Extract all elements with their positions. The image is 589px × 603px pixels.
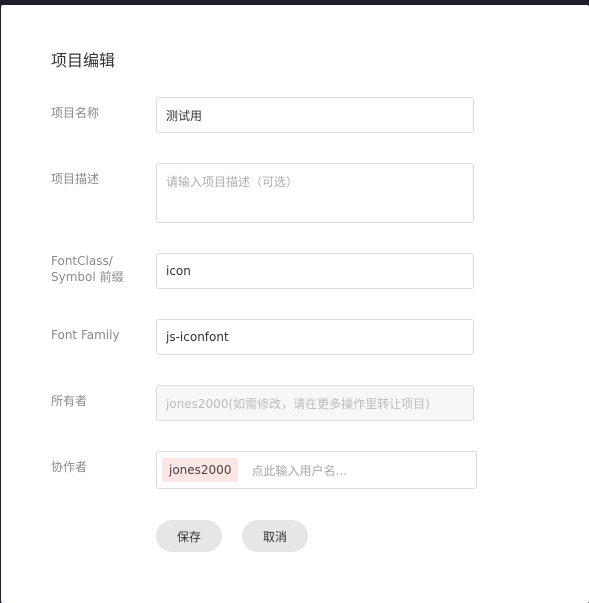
project-desc-label: 项目描述 xyxy=(51,172,100,186)
collaborator-placeholder: 点此输入用户名... xyxy=(251,463,347,478)
prefix-input[interactable]: icon xyxy=(156,253,474,289)
collaborator-tag[interactable]: jones2000 xyxy=(162,458,239,482)
owner-input: jones2000(如需修改，请在更多操作里转让项目) xyxy=(156,385,474,421)
prefix-value: icon xyxy=(166,264,191,278)
project-name-label: 项目名称 xyxy=(51,106,100,120)
prefix-label-line2: Symbol 前缀 xyxy=(51,270,124,284)
font-family-input[interactable]: js-iconfont xyxy=(156,319,474,355)
owner-label: 所有者 xyxy=(51,394,88,408)
project-name-value: 测试用 xyxy=(166,108,203,123)
font-family-label: Font Family xyxy=(51,328,120,342)
dialog-title: 项目编辑 xyxy=(51,51,116,70)
project-name-input[interactable]: 测试用 xyxy=(156,97,474,133)
prefix-label-line1: FontClass/ xyxy=(51,254,113,268)
owner-value: jones2000(如需修改，请在更多操作里转让项目) xyxy=(166,396,430,411)
project-desc-textarea[interactable]: 请输入项目描述（可选） xyxy=(156,163,474,223)
collaborator-input[interactable]: jones2000 点此输入用户名... xyxy=(156,451,477,489)
font-family-value: js-iconfont xyxy=(166,330,229,344)
collaborator-label: 协作者 xyxy=(51,460,88,474)
prefix-label: FontClass/ Symbol 前缀 xyxy=(51,253,124,285)
project-desc-placeholder: 请输入项目描述（可选） xyxy=(166,175,299,189)
save-button[interactable]: 保存 xyxy=(156,520,222,552)
cancel-button[interactable]: 取消 xyxy=(242,520,308,552)
project-edit-dialog: 项目编辑 项目名称 测试用 项目描述 请输入项目描述（可选） FontClass… xyxy=(1,5,589,603)
